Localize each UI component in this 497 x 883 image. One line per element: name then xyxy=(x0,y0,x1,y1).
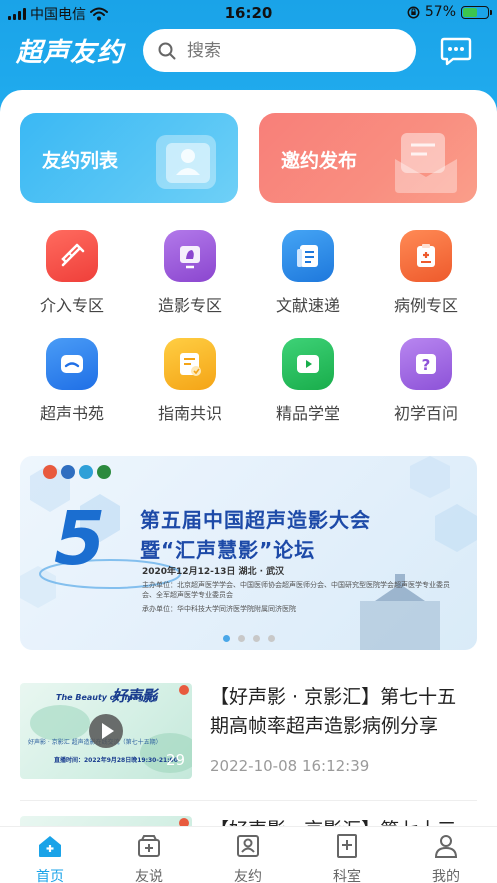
carousel-dot[interactable] xyxy=(222,635,230,642)
carousel-dot[interactable] xyxy=(267,635,275,642)
envelope-icon xyxy=(395,133,457,193)
grid-item-classroom[interactable]: 精品学堂 xyxy=(258,338,358,424)
grid-item-beginner-faq[interactable]: ? 初学百问 xyxy=(376,338,476,424)
tab-appointment[interactable]: 友约 xyxy=(208,833,288,883)
search-input[interactable] xyxy=(187,40,387,61)
tab-department[interactable]: 科室 xyxy=(307,833,387,883)
grid-label: 超声书苑 xyxy=(39,404,104,423)
carousel-dots xyxy=(20,635,477,642)
friend-list-card[interactable]: 友约列表 xyxy=(20,113,238,203)
person-icon xyxy=(434,835,458,858)
thumb-brand: 好声影 xyxy=(112,687,158,705)
tab-label: 友约 xyxy=(234,869,262,883)
tab-label: 首页 xyxy=(36,869,64,883)
main-content: 友约列表 邀约发布 介入专区 造影专区 文献速递 病例专区 超声书苑 指南共识 … xyxy=(0,90,497,830)
tab-label: 科室 xyxy=(333,869,361,883)
carousel-dot[interactable] xyxy=(237,635,245,642)
banner-number: 5 xyxy=(54,496,106,582)
grid-label: 介入专区 xyxy=(39,296,104,315)
banner-title-2: 暨“汇声慧影”论坛 xyxy=(140,538,316,562)
news-title: 【好声影 · 京影汇】第七十五期高帧率超声造影病例分享 xyxy=(210,686,457,737)
status-bar: 中国电信 16:20 57% xyxy=(0,0,497,26)
home-icon xyxy=(39,836,61,857)
contact-card-icon xyxy=(156,135,216,189)
grid-label: 病例专区 xyxy=(393,296,458,315)
grid-label: 造影专区 xyxy=(157,296,222,315)
carousel-dot[interactable] xyxy=(252,635,260,642)
grid-item-cases[interactable]: 病例专区 xyxy=(376,230,476,316)
app-logo: 超声友约 xyxy=(16,38,125,68)
medical-record-icon xyxy=(400,230,452,282)
tab-label: 友说 xyxy=(135,869,163,883)
video-play-icon xyxy=(282,338,334,390)
grid-label: 初学百问 xyxy=(393,404,458,423)
search-icon xyxy=(158,42,176,59)
book-icon xyxy=(46,338,98,390)
banner-title-1: 第五届中国超声造影大会 xyxy=(140,508,371,532)
guideline-icon xyxy=(164,338,216,390)
grid-item-contrast[interactable]: 造影专区 xyxy=(140,230,240,316)
monitor-icon xyxy=(164,230,216,282)
hospital-icon xyxy=(337,834,357,858)
banner-host: 主办单位：北京超声医学学会、中国医师协会超声医师分会、中国研究型医院学会超声医学… xyxy=(142,581,450,599)
promo-banner[interactable]: 5 第五届中国超声造影大会 暨“汇声慧影”论坛 2020年12月12-13日 湖… xyxy=(20,456,477,650)
thumb-live-time: 直播时间：2022年9月28日晚19:30-21:00 xyxy=(54,757,178,764)
status-right: 57% xyxy=(407,4,492,20)
grid-item-literature[interactable]: 文献速递 xyxy=(258,230,358,316)
battery-percent: 57% xyxy=(424,4,456,20)
banner-date: 2020年12月12-13日 湖北 · 武汉 xyxy=(142,567,285,577)
contact-card-icon xyxy=(237,835,259,857)
invite-publish-card[interactable]: 邀约发布 xyxy=(259,113,477,203)
news-item[interactable]: The Beauty of Imaging 好声影 好声影 · 京影汇 超声造影… xyxy=(20,683,477,783)
grid-label: 指南共识 xyxy=(157,404,222,423)
question-icon: ? xyxy=(400,338,452,390)
banner-undertaker: 承办单位：华中科技大学同济医学院附属同济医院 xyxy=(142,605,296,613)
tab-label: 我的 xyxy=(432,869,460,883)
grid-label: 精品学堂 xyxy=(275,404,340,423)
friend-list-label: 友约列表 xyxy=(42,150,119,172)
news-time: 2022-10-08 16:12:39 xyxy=(210,757,370,775)
search-bar[interactable] xyxy=(143,29,416,72)
chat-bubble-icon[interactable] xyxy=(440,36,472,66)
grid-item-intervention[interactable]: 介入专区 xyxy=(22,230,122,316)
tab-talk[interactable]: 友说 xyxy=(109,833,189,883)
news-divider xyxy=(20,800,477,801)
grid-label: 文献速递 xyxy=(275,296,340,315)
box-plus-icon xyxy=(138,835,160,857)
syringe-icon xyxy=(46,230,98,282)
bottom-tab-bar: 首页 友说 友约 科室 我的 xyxy=(0,826,497,883)
tab-home[interactable]: 首页 xyxy=(10,833,90,883)
tab-mine[interactable]: 我的 xyxy=(406,833,486,883)
svg-text:?: ? xyxy=(422,356,431,374)
grid-item-library[interactable]: 超声书苑 xyxy=(22,338,122,424)
document-icon xyxy=(282,230,334,282)
invite-publish-label: 邀约发布 xyxy=(281,150,358,172)
battery-icon xyxy=(461,5,492,19)
grid-item-guidelines[interactable]: 指南共识 xyxy=(140,338,240,424)
orientation-lock-icon xyxy=(407,6,420,18)
play-icon[interactable] xyxy=(88,713,124,749)
news-thumbnail: The Beauty of Imaging 好声影 好声影 · 京影汇 超声造影… xyxy=(20,683,192,779)
thumb-number: 29 xyxy=(166,751,186,769)
